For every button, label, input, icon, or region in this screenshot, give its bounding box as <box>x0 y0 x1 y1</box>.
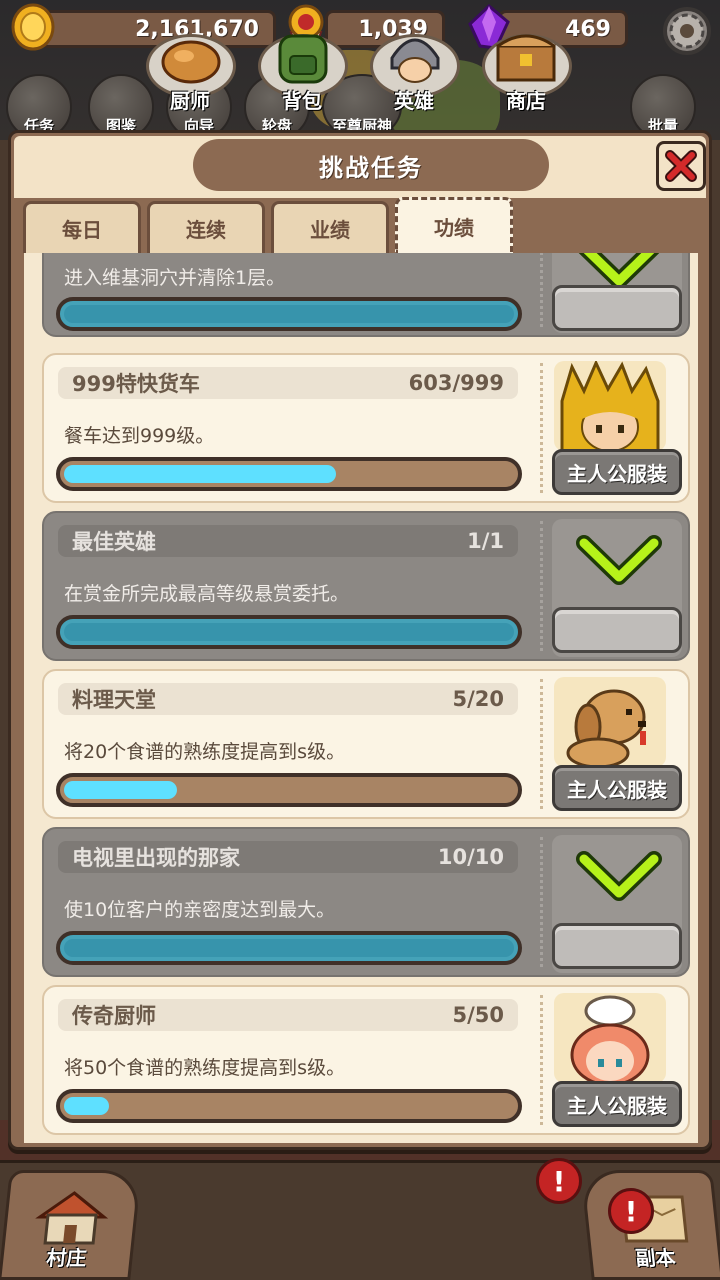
mission-progress-bar <box>56 931 522 965</box>
roast-chicken-icon <box>161 40 221 84</box>
mission-progress-fill <box>64 623 514 641</box>
nav-bag-label: 背包 <box>282 89 322 113</box>
card-divider <box>540 363 543 493</box>
gold-coin-icon <box>11 3 55 51</box>
claim-button[interactable] <box>552 285 682 331</box>
close-icon <box>665 150 697 182</box>
backpack-icon <box>278 34 328 84</box>
reward-costume-button[interactable]: 主人公服装 <box>552 765 682 811</box>
card-divider <box>540 837 543 967</box>
mission-tabs: 每日 连续 业绩 功绩 <box>23 197 703 253</box>
tab-achievements[interactable]: 功绩 <box>395 197 513 253</box>
treasure-chest-icon <box>496 34 556 82</box>
mission-title-bar: 电视里出现的那家 10/10 <box>58 841 518 873</box>
shop-alert-badge: ! <box>536 1158 582 1204</box>
reward-costume-image <box>554 993 666 1083</box>
mission-card: 最佳英雄 1/1 在赏金所完成最高等级悬赏委托。 <box>42 511 690 661</box>
mission-progress-fill <box>64 465 336 483</box>
checkmark-icon <box>576 851 662 901</box>
mission-progress-fill <box>64 1097 109 1115</box>
mission-title: 传奇厨师 <box>72 1004 156 1028</box>
mission-card: 料理天堂 5/20 将20个食谱的熟练度提高到s级。 主人公服装 <box>42 669 690 819</box>
nav-dungeon-label: 副本 <box>634 1246 677 1270</box>
tab-consecutive[interactable]: 连续 <box>147 201 265 253</box>
card-divider <box>540 679 543 809</box>
mission-description: 将20个食谱的熟练度提高到s级。 <box>64 741 346 763</box>
mission-title-bar: 999特快货车 603/999 <box>58 367 518 399</box>
mission-description: 进入维基洞穴并清除1层。 <box>64 267 286 289</box>
reward-costume-button[interactable]: 主人公服装 <box>552 1081 682 1127</box>
mission-progress-fill <box>64 781 177 799</box>
nav-chef-label: 厨师 <box>170 89 210 113</box>
mission-title: 最佳英雄 <box>72 530 156 554</box>
chef-girl-portrait-icon <box>554 993 666 1083</box>
mission-progress-count: 603/999 <box>408 371 504 395</box>
reward-costume-image <box>554 677 666 767</box>
mission-progress-bar <box>56 1089 522 1123</box>
mission-progress-bar <box>56 615 522 649</box>
card-divider <box>540 995 543 1125</box>
mission-description: 餐车达到999级。 <box>64 425 215 447</box>
dungeon-alert-badge: ! <box>608 1188 654 1234</box>
golden-hair-portrait-icon <box>554 361 666 451</box>
mission-card: 999特快货车 603/999 餐车达到999级。 主人公服装 <box>42 353 690 503</box>
helmet-hero-icon <box>390 38 440 83</box>
mission-progress-fill <box>64 305 514 323</box>
mission-progress-bar <box>56 773 522 807</box>
mission-progress-count: 5/50 <box>452 1003 504 1027</box>
tab-daily[interactable]: 每日 <box>23 201 141 253</box>
mission-progress-count: 1/1 <box>467 529 504 553</box>
nav-shop[interactable]: 商店 <box>472 16 580 120</box>
nav-shop-label: 商店 <box>506 89 546 113</box>
mission-progress-fill <box>64 939 514 957</box>
nav-bag[interactable]: 背包 <box>248 16 356 120</box>
gear-icon[interactable] <box>660 4 714 58</box>
nav-dungeon[interactable]: 副本 <box>580 1170 720 1280</box>
reward-costume-image <box>554 361 666 451</box>
mission-title: 999特快货车 <box>72 372 200 396</box>
mission-progress-count: 5/20 <box>452 687 504 711</box>
mission-title-bar: 料理天堂 5/20 <box>58 683 518 715</box>
tab-performance[interactable]: 业绩 <box>271 201 389 253</box>
mission-description: 在赏金所完成最高等级悬赏委托。 <box>64 583 350 605</box>
mission-progress-bar <box>56 457 522 491</box>
mission-description: 使10位客户的亲密度达到最大。 <box>64 899 336 921</box>
checkmark-icon <box>576 535 662 585</box>
mission-card: 进入维基洞穴并清除1层。 <box>42 253 690 337</box>
card-divider <box>540 253 543 327</box>
nav-hero[interactable]: 英雄 <box>360 16 468 120</box>
mission-list[interactable]: 进入维基洞穴并清除1层。 999特快货车 603/999 餐车达到999级。 主… <box>24 253 698 1143</box>
dog-costume-icon <box>554 677 666 767</box>
nav-hero-label: 英雄 <box>394 89 434 113</box>
card-divider <box>540 521 543 651</box>
challenge-mission-modal: 挑战任务 每日 连续 业绩 功绩 进入维基洞穴并清除1层。 999特快货车 60… <box>8 130 712 1150</box>
close-button[interactable] <box>656 141 706 191</box>
mission-title-bar: 最佳英雄 1/1 <box>58 525 518 557</box>
reward-costume-button[interactable]: 主人公服装 <box>552 449 682 495</box>
house-icon <box>35 1191 109 1245</box>
nav-chef[interactable]: 厨师 <box>136 16 244 120</box>
mission-description: 将50个食谱的熟练度提高到s级。 <box>64 1057 346 1079</box>
nav-village[interactable]: 村庄 <box>0 1170 142 1280</box>
mission-title-bar: 传奇厨师 5/50 <box>58 999 518 1031</box>
mission-progress-count: 10/10 <box>437 845 504 869</box>
mission-title: 料理天堂 <box>72 688 156 712</box>
claim-button[interactable] <box>552 923 682 969</box>
claim-button[interactable] <box>552 607 682 653</box>
mission-progress-bar <box>56 297 522 331</box>
modal-title: 挑战任务 <box>193 139 549 191</box>
mission-title: 电视里出现的那家 <box>72 846 240 870</box>
mission-card: 传奇厨师 5/50 将50个食谱的熟练度提高到s级。 主人公服装 <box>42 985 690 1135</box>
nav-village-label: 村庄 <box>45 1246 88 1270</box>
mission-card: 电视里出现的那家 10/10 使10位客户的亲密度达到最大。 <box>42 827 690 977</box>
